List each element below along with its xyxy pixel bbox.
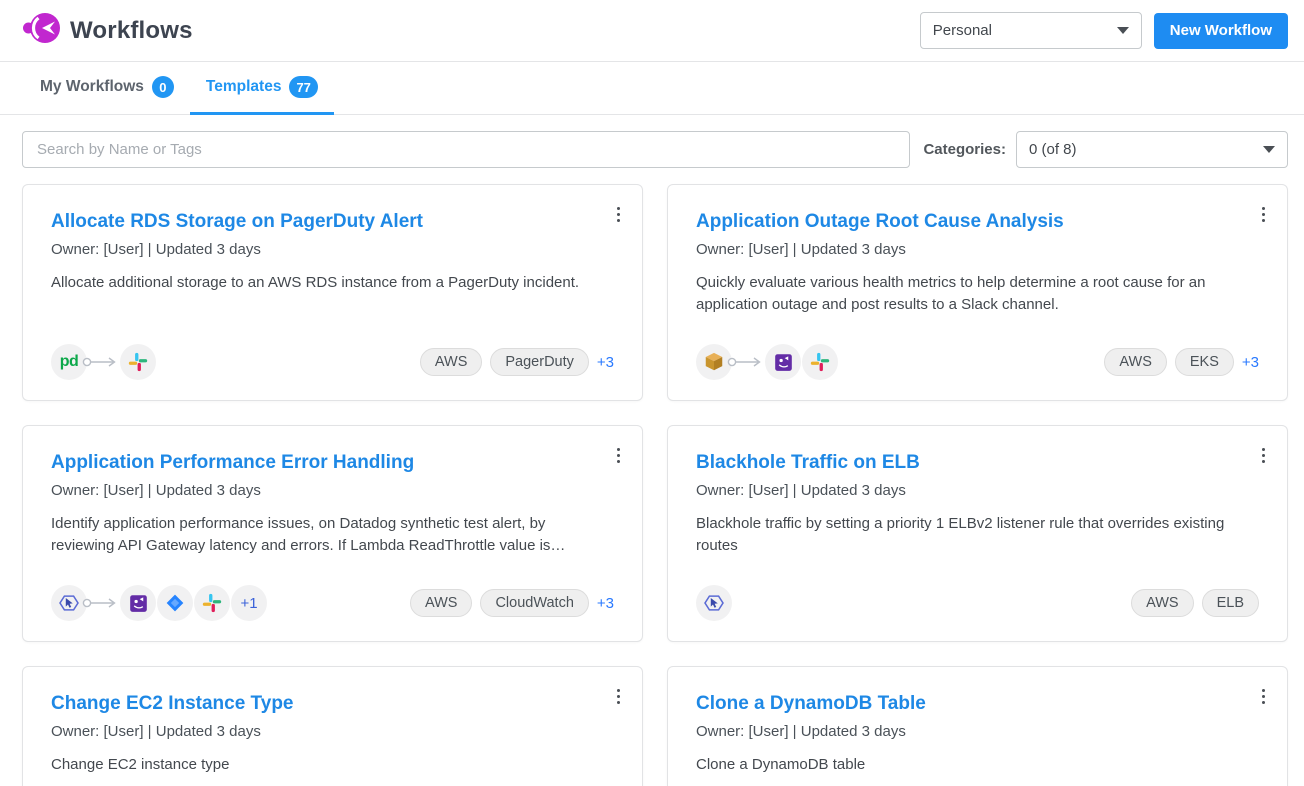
card-title[interactable]: Application Outage Root Cause Analysis	[696, 211, 1259, 233]
connector-chain	[696, 585, 733, 621]
page-header: Workflows Personal New Workflow	[0, 0, 1304, 62]
card-menu-button[interactable]	[613, 444, 624, 467]
card-meta: Owner: [User] | Updated 3 days	[51, 723, 614, 740]
synthetic-test-icon	[696, 585, 732, 621]
card-title[interactable]: Change EC2 Instance Type	[51, 693, 614, 715]
datadog-icon	[765, 344, 801, 380]
tag-pill: AWS	[420, 348, 483, 376]
more-tags-link[interactable]: +3	[597, 354, 614, 371]
tag-pill: EKS	[1175, 348, 1234, 376]
flow-arrow-icon	[82, 596, 118, 610]
workspace-selector[interactable]: Personal	[920, 12, 1142, 49]
tag-list: AWS ELB	[1131, 589, 1259, 617]
slack-icon	[120, 344, 156, 380]
card-menu-button[interactable]	[613, 685, 624, 708]
categories-selector[interactable]: 0 (of 8)	[1016, 131, 1288, 168]
categories-selected-value: 0 (of 8)	[1029, 141, 1077, 158]
card-meta: Owner: [User] | Updated 3 days	[696, 482, 1259, 499]
tag-list: AWSCloudWatch +3	[410, 589, 614, 617]
card-menu-button[interactable]	[1258, 444, 1269, 467]
card-title[interactable]: Blackhole Traffic on ELB	[696, 452, 1259, 474]
tab-my-workflows[interactable]: My Workflows 0	[24, 76, 190, 115]
tag-pill: AWS	[1131, 589, 1194, 617]
cards-grid: Allocate RDS Storage on PagerDuty Alert …	[0, 168, 1304, 786]
tag-list: AWS EKS +3	[1104, 348, 1259, 376]
tag-pill: CloudWatch	[480, 589, 588, 617]
chevron-down-icon	[1117, 27, 1129, 34]
card-menu-button[interactable]	[1258, 685, 1269, 708]
flow-arrow-icon	[727, 355, 763, 369]
workflow-card[interactable]: Application Performance Error Handling O…	[22, 425, 643, 642]
slack-icon	[194, 585, 230, 621]
tag-pill: AWS	[1104, 348, 1167, 376]
workflow-card[interactable]: Blackhole Traffic on ELB Owner: [User] |…	[667, 425, 1288, 642]
chevron-down-icon	[1263, 146, 1275, 153]
tag-pill: AWS	[410, 589, 473, 617]
card-footer: +1 AWSCloudWatch +3	[51, 569, 614, 621]
connector-chain: +1	[51, 585, 268, 621]
workflow-card[interactable]: Change EC2 Instance Type Owner: [User] |…	[22, 666, 643, 786]
card-title[interactable]: Clone a DynamoDB Table	[696, 693, 1259, 715]
card-description: Quickly evaluate various health metrics …	[696, 272, 1259, 316]
slack-icon	[802, 344, 838, 380]
card-meta: Owner: [User] | Updated 3 days	[51, 241, 614, 258]
card-title[interactable]: Allocate RDS Storage on PagerDuty Alert	[51, 211, 614, 233]
card-footer: AWS EKS +3	[696, 328, 1259, 380]
card-menu-button[interactable]	[613, 203, 624, 226]
workflow-card[interactable]: Clone a DynamoDB Table Owner: [User] | U…	[667, 666, 1288, 786]
flow-arrow-icon	[82, 355, 118, 369]
tag-pill: PagerDuty	[490, 348, 589, 376]
card-description: Identify application performance issues,…	[51, 513, 614, 557]
tab-count-badge: 0	[152, 76, 174, 98]
search-input[interactable]	[22, 131, 910, 168]
workspace-selected-value: Personal	[933, 22, 992, 39]
tabs-bar: My Workflows 0 Templates 77	[0, 62, 1304, 115]
connector-chain	[696, 344, 839, 380]
workflow-card[interactable]: Allocate RDS Storage on PagerDuty Alert …	[22, 184, 643, 401]
datadog-icon	[120, 585, 156, 621]
more-tags-link[interactable]: +3	[1242, 354, 1259, 371]
tag-pill: ELB	[1202, 589, 1259, 617]
card-meta: Owner: [User] | Updated 3 days	[696, 241, 1259, 258]
card-meta: Owner: [User] | Updated 3 days	[51, 482, 614, 499]
categories-label: Categories:	[923, 141, 1016, 158]
card-description: Change EC2 instance type	[51, 754, 614, 776]
app-logo-icon	[22, 10, 60, 51]
card-description: Blackhole traffic by setting a priority …	[696, 513, 1259, 557]
tab-label: Templates	[206, 78, 282, 96]
brand: Workflows	[22, 10, 193, 51]
page-title: Workflows	[70, 17, 193, 45]
card-meta: Owner: [User] | Updated 3 days	[696, 723, 1259, 740]
tab-label: My Workflows	[40, 78, 144, 96]
card-description: Allocate additional storage to an AWS RD…	[51, 272, 614, 294]
filter-bar: Categories: 0 (of 8)	[0, 115, 1304, 168]
card-footer: pd AWSPagerDuty +3	[51, 328, 614, 380]
workflow-card[interactable]: Application Outage Root Cause Analysis O…	[667, 184, 1288, 401]
tab-count-badge: 77	[289, 76, 317, 98]
jira-icon	[157, 585, 193, 621]
tab-templates[interactable]: Templates 77	[190, 76, 334, 115]
new-workflow-button[interactable]: New Workflow	[1154, 13, 1288, 49]
card-footer: AWS ELB	[696, 569, 1259, 621]
more-icons-badge: +1	[231, 585, 267, 621]
card-title[interactable]: Application Performance Error Handling	[51, 452, 614, 474]
connector-chain: pd	[51, 344, 157, 380]
tag-list: AWSPagerDuty +3	[420, 348, 614, 376]
card-menu-button[interactable]	[1258, 203, 1269, 226]
more-tags-link[interactable]: +3	[597, 595, 614, 612]
card-description: Clone a DynamoDB table	[696, 754, 1259, 776]
